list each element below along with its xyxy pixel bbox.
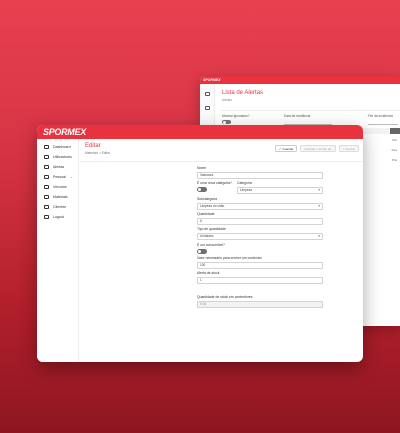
quantity-label: Quantidade: [197, 212, 215, 216]
incidence-end-input[interactable]: [368, 124, 398, 125]
sidebar-item-logout[interactable]: Logout: [37, 212, 78, 222]
back-sidebar-icon[interactable]: [205, 92, 210, 96]
category-value: Limpeza: [240, 188, 253, 193]
new-category-toggle[interactable]: [197, 187, 207, 192]
back-table-column: [390, 128, 400, 134]
consumable-label: É um consumível?: [197, 243, 225, 247]
new-category-label: É uma nova categoria?: [197, 181, 232, 185]
container-qty-field: 0.06: [197, 301, 323, 308]
back-row-text: Pris: [391, 158, 397, 162]
clients-icon: [44, 204, 49, 210]
alerts-icon: [44, 164, 49, 170]
category-select[interactable]: Limpeza: [237, 187, 323, 194]
refill-field[interactable]: 100: [197, 262, 323, 269]
back-topbar: SPORMEX: [200, 76, 400, 84]
sidebar-item-dashboard[interactable]: Dashboard: [37, 142, 78, 152]
dashboard-icon: [44, 144, 49, 150]
save-close-button-label: Guardar e fechar alt.: [304, 146, 332, 151]
sidebar-item-label: Alertas: [53, 165, 65, 169]
container-qty-label: Quantidade de stock em contentores: [197, 295, 253, 299]
sidebar-item-materials[interactable]: Materiais: [37, 192, 78, 202]
sidebar-item-label: Pessoal: [53, 175, 66, 179]
sidebar-item-alerts[interactable]: Alertas: [37, 162, 78, 172]
incidence-end-label: Fim da incidência: [368, 114, 393, 118]
sidebar-item-label: Clientes: [53, 205, 66, 209]
back-sidebar-icon[interactable]: [205, 106, 210, 110]
sidebar: Dashboard Utilizadores Alertas Pessoal ⌄…: [37, 139, 79, 362]
sidebar-item-vehicles[interactable]: Veículos: [37, 182, 78, 192]
sidebar-item-label: Materiais: [53, 195, 68, 199]
quantity-field[interactable]: 6: [197, 218, 323, 225]
save-button[interactable]: ✓ Guardar: [274, 145, 298, 152]
refill-label: Valor necessário para encher um contento…: [197, 256, 262, 260]
logout-icon: [44, 214, 49, 220]
show-ignored-label: Mostrar ignorados?: [222, 114, 250, 118]
check-icon: ✓: [278, 146, 282, 151]
stock-alert-label: Alerta de stock: [197, 271, 220, 275]
consumable-toggle[interactable]: [197, 249, 207, 254]
sidebar-item-label: Dashboard: [53, 145, 71, 149]
back-breadcrumb: Alertas: [222, 98, 232, 102]
subcategory-select[interactable]: Limpeza do chão: [197, 203, 323, 210]
sidebar-item-clients[interactable]: Clientes: [37, 202, 78, 212]
quantity-type-label: Tipo de quantidade: [197, 227, 226, 231]
sidebar-item-label: Utilizadores: [53, 155, 72, 159]
main-content: Editar Materiais > Editar ✓ Guardar Guar…: [80, 139, 363, 362]
back-row-text: Rot: [392, 138, 397, 142]
topbar: SPORMEX: [37, 125, 363, 139]
subcategory-value: Limpeza do chão: [200, 204, 225, 209]
front-window: SPORMEX Dashboard Utilizadores Alertas P…: [37, 125, 363, 362]
quantity-type-value: Unidades: [200, 234, 214, 239]
back-header: Lista de Alertas Alertas: [220, 87, 400, 111]
name-label: Nome: [197, 166, 207, 170]
materials-icon: [44, 194, 49, 200]
header-divider: [80, 161, 363, 162]
name-field[interactable]: Vassoura: [197, 172, 323, 179]
quantity-type-select[interactable]: Unidades: [197, 233, 323, 240]
sidebar-item-label: Logout: [53, 215, 64, 219]
person-icon: [44, 174, 49, 180]
incidence-date-label: Data da incidência: [284, 114, 311, 118]
back-logo: SPORMEX: [203, 78, 221, 82]
back-row-text: Res: [391, 148, 397, 152]
category-label: Categoria: [237, 181, 252, 185]
close-button[interactable]: × Fechar: [338, 145, 359, 152]
sidebar-item-pessoal[interactable]: Pessoal ⌄: [37, 172, 78, 182]
sidebar-item-label: Veículos: [53, 185, 67, 189]
breadcrumb[interactable]: Materiais > Editar: [85, 151, 110, 155]
back-page-title: Lista de Alertas: [222, 90, 264, 96]
save-close-button[interactable]: Guardar e fechar alt.: [300, 145, 336, 152]
page-title: Editar: [85, 143, 101, 149]
sidebar-item-users[interactable]: Utilizadores: [37, 152, 78, 162]
spormex-logo: SPORMEX: [43, 127, 86, 137]
stock-alert-field[interactable]: 1: [197, 277, 323, 284]
close-icon: ×: [342, 146, 345, 151]
action-bar: ✓ Guardar Guardar e fechar alt. × Fechar: [274, 145, 359, 152]
users-icon: [44, 154, 49, 160]
show-ignored-toggle[interactable]: [222, 120, 231, 124]
save-button-label: Guardar: [282, 146, 294, 151]
subcategory-label: Subcategoria: [197, 197, 217, 201]
chevron-down-icon[interactable]: ⌄: [70, 175, 73, 179]
truck-icon: [44, 184, 49, 190]
close-button-label: Fechar: [345, 146, 355, 151]
